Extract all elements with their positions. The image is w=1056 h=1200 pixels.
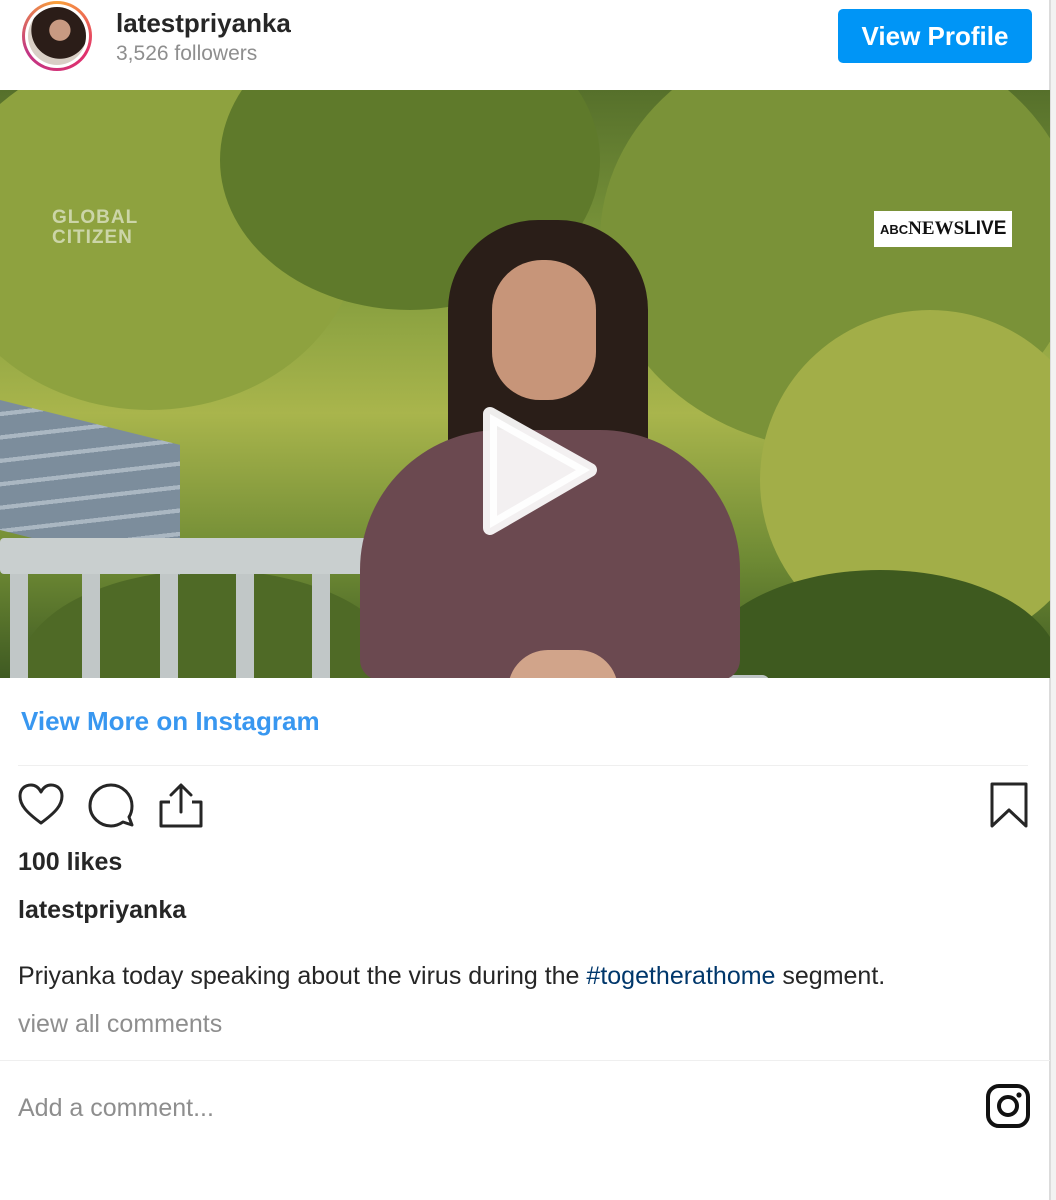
view-all-comments-link[interactable]: view all comments [18,1010,222,1039]
username[interactable]: latestpriyanka [116,8,291,39]
heart-icon[interactable] [16,780,66,830]
person-face [492,260,596,400]
post-header: latestpriyanka 3,526 followers View Prof… [0,0,1050,88]
add-comment-input[interactable] [18,1086,918,1130]
avatar[interactable] [22,1,92,71]
view-more-on-instagram-link[interactable]: View More on Instagram [21,706,320,737]
railing [0,538,400,574]
divider [18,765,1028,766]
caption-username[interactable]: latestpriyanka [18,896,186,925]
hashtag-link[interactable]: #togetherathome [586,962,775,990]
share-icon[interactable] [156,780,206,830]
play-icon[interactable] [470,406,600,536]
bookmark-icon[interactable] [984,780,1034,830]
abc-news-live-badge: ABCNEWSLIVE [874,211,1013,247]
instagram-embed-card: latestpriyanka 3,526 followers View Prof… [0,0,1050,1200]
divider [0,1060,1050,1061]
follower-count: 3,526 followers [116,42,258,65]
scrollbar[interactable] [1050,0,1056,1200]
post-caption: Priyanka today speaking about the virus … [18,962,886,990]
instagram-icon[interactable] [984,1082,1032,1130]
view-profile-button[interactable]: View Profile [838,9,1032,63]
comment-icon[interactable] [86,780,136,830]
video-thumbnail[interactable]: GLOBAL CITIZEN ABCNEWSLIVE abc [0,90,1050,678]
global-citizen-watermark: GLOBAL CITIZEN [52,207,139,248]
like-count[interactable]: 100 likes [18,848,122,877]
avatar-image [28,7,86,65]
